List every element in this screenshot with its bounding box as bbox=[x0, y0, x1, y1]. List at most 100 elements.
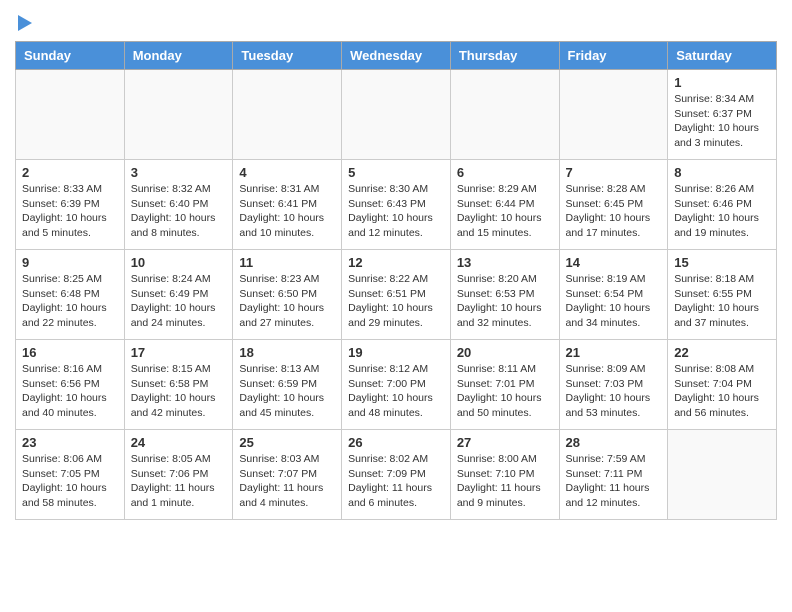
calendar-cell: 14 Sunrise: 8:19 AM Sunset: 6:54 PM Dayli… bbox=[559, 250, 668, 340]
day-info: Sunrise: 8:33 AM Sunset: 6:39 PM Dayligh… bbox=[22, 182, 118, 241]
day-number: 25 bbox=[239, 435, 335, 450]
day-info: Sunrise: 8:09 AM Sunset: 7:03 PM Dayligh… bbox=[566, 362, 662, 421]
day-number: 10 bbox=[131, 255, 227, 270]
calendar-cell: 4 Sunrise: 8:31 AM Sunset: 6:41 PM Daylig… bbox=[233, 160, 342, 250]
logo-arrow-icon bbox=[18, 15, 32, 31]
day-number: 13 bbox=[457, 255, 553, 270]
day-info: Sunrise: 8:28 AM Sunset: 6:45 PM Dayligh… bbox=[566, 182, 662, 241]
day-info: Sunrise: 8:31 AM Sunset: 6:41 PM Dayligh… bbox=[239, 182, 335, 241]
header bbox=[15, 15, 777, 31]
calendar-cell: 7 Sunrise: 8:28 AM Sunset: 6:45 PM Daylig… bbox=[559, 160, 668, 250]
calendar-cell: 17 Sunrise: 8:15 AM Sunset: 6:58 PM Dayli… bbox=[124, 340, 233, 430]
calendar-table: SundayMondayTuesdayWednesdayThursdayFrid… bbox=[15, 41, 777, 520]
calendar-cell: 9 Sunrise: 8:25 AM Sunset: 6:48 PM Daylig… bbox=[16, 250, 125, 340]
calendar-week-5: 23 Sunrise: 8:06 AM Sunset: 7:05 PM Dayli… bbox=[16, 430, 777, 520]
calendar-week-4: 16 Sunrise: 8:16 AM Sunset: 6:56 PM Dayli… bbox=[16, 340, 777, 430]
day-info: Sunrise: 7:59 AM Sunset: 7:11 PM Dayligh… bbox=[566, 452, 662, 511]
calendar-week-2: 2 Sunrise: 8:33 AM Sunset: 6:39 PM Daylig… bbox=[16, 160, 777, 250]
day-number: 5 bbox=[348, 165, 444, 180]
day-number: 1 bbox=[674, 75, 770, 90]
day-info: Sunrise: 8:25 AM Sunset: 6:48 PM Dayligh… bbox=[22, 272, 118, 331]
calendar-cell: 13 Sunrise: 8:20 AM Sunset: 6:53 PM Dayli… bbox=[450, 250, 559, 340]
logo bbox=[15, 15, 32, 31]
calendar-cell: 27 Sunrise: 8:00 AM Sunset: 7:10 PM Dayli… bbox=[450, 430, 559, 520]
day-number: 15 bbox=[674, 255, 770, 270]
calendar-cell bbox=[668, 430, 777, 520]
day-number: 22 bbox=[674, 345, 770, 360]
calendar-cell: 22Sunrise: 8:08 AM Sunset: 7:04 PM Dayli… bbox=[668, 340, 777, 430]
day-info: Sunrise: 8:03 AM Sunset: 7:07 PM Dayligh… bbox=[239, 452, 335, 511]
day-number: 9 bbox=[22, 255, 118, 270]
calendar-cell: 26 Sunrise: 8:02 AM Sunset: 7:09 PM Dayli… bbox=[342, 430, 451, 520]
day-number: 27 bbox=[457, 435, 553, 450]
calendar-cell: 8 Sunrise: 8:26 AM Sunset: 6:46 PM Daylig… bbox=[668, 160, 777, 250]
day-info: Sunrise: 8:11 AM Sunset: 7:01 PM Dayligh… bbox=[457, 362, 553, 421]
calendar-cell: 28 Sunrise: 7:59 AM Sunset: 7:11 PM Dayli… bbox=[559, 430, 668, 520]
day-number: 7 bbox=[566, 165, 662, 180]
day-number: 21 bbox=[566, 345, 662, 360]
day-number: 2 bbox=[22, 165, 118, 180]
day-number: 26 bbox=[348, 435, 444, 450]
day-number: 4 bbox=[239, 165, 335, 180]
day-info: Sunrise: 8:22 AM Sunset: 6:51 PM Dayligh… bbox=[348, 272, 444, 331]
weekday-header-wednesday: Wednesday bbox=[342, 42, 451, 70]
calendar-cell: 23 Sunrise: 8:06 AM Sunset: 7:05 PM Dayli… bbox=[16, 430, 125, 520]
day-number: 16 bbox=[22, 345, 118, 360]
day-info: Sunrise: 8:34 AM Sunset: 6:37 PM Dayligh… bbox=[674, 92, 770, 151]
day-number: 14 bbox=[566, 255, 662, 270]
calendar-week-3: 9 Sunrise: 8:25 AM Sunset: 6:48 PM Daylig… bbox=[16, 250, 777, 340]
day-info: Sunrise: 8:18 AM Sunset: 6:55 PM Dayligh… bbox=[674, 272, 770, 331]
calendar-cell: 21 Sunrise: 8:09 AM Sunset: 7:03 PM Dayli… bbox=[559, 340, 668, 430]
day-number: 12 bbox=[348, 255, 444, 270]
day-info: Sunrise: 8:32 AM Sunset: 6:40 PM Dayligh… bbox=[131, 182, 227, 241]
day-info: Sunrise: 8:15 AM Sunset: 6:58 PM Dayligh… bbox=[131, 362, 227, 421]
day-number: 24 bbox=[131, 435, 227, 450]
day-number: 8 bbox=[674, 165, 770, 180]
day-number: 18 bbox=[239, 345, 335, 360]
calendar-cell: 18 Sunrise: 8:13 AM Sunset: 6:59 PM Dayli… bbox=[233, 340, 342, 430]
calendar-cell: 11Sunrise: 8:23 AM Sunset: 6:50 PM Dayli… bbox=[233, 250, 342, 340]
calendar-cell: 3 Sunrise: 8:32 AM Sunset: 6:40 PM Daylig… bbox=[124, 160, 233, 250]
calendar-cell: 10 Sunrise: 8:24 AM Sunset: 6:49 PM Dayli… bbox=[124, 250, 233, 340]
day-number: 3 bbox=[131, 165, 227, 180]
weekday-header-friday: Friday bbox=[559, 42, 668, 70]
day-info: Sunrise: 8:30 AM Sunset: 6:43 PM Dayligh… bbox=[348, 182, 444, 241]
page: SundayMondayTuesdayWednesdayThursdayFrid… bbox=[0, 0, 792, 535]
calendar-cell: 20Sunrise: 8:11 AM Sunset: 7:01 PM Dayli… bbox=[450, 340, 559, 430]
calendar-cell: 12 Sunrise: 8:22 AM Sunset: 6:51 PM Dayli… bbox=[342, 250, 451, 340]
day-info: Sunrise: 8:13 AM Sunset: 6:59 PM Dayligh… bbox=[239, 362, 335, 421]
calendar-cell bbox=[559, 70, 668, 160]
weekday-header-sunday: Sunday bbox=[16, 42, 125, 70]
day-info: Sunrise: 8:00 AM Sunset: 7:10 PM Dayligh… bbox=[457, 452, 553, 511]
day-info: Sunrise: 8:19 AM Sunset: 6:54 PM Dayligh… bbox=[566, 272, 662, 331]
day-info: Sunrise: 8:20 AM Sunset: 6:53 PM Dayligh… bbox=[457, 272, 553, 331]
calendar-cell: 16 Sunrise: 8:16 AM Sunset: 6:56 PM Dayli… bbox=[16, 340, 125, 430]
calendar-cell: 15 Sunrise: 8:18 AM Sunset: 6:55 PM Dayli… bbox=[668, 250, 777, 340]
weekday-header-monday: Monday bbox=[124, 42, 233, 70]
day-info: Sunrise: 8:02 AM Sunset: 7:09 PM Dayligh… bbox=[348, 452, 444, 511]
calendar-cell bbox=[342, 70, 451, 160]
weekday-header-saturday: Saturday bbox=[668, 42, 777, 70]
day-info: Sunrise: 8:06 AM Sunset: 7:05 PM Dayligh… bbox=[22, 452, 118, 511]
day-info: Sunrise: 8:05 AM Sunset: 7:06 PM Dayligh… bbox=[131, 452, 227, 511]
calendar-cell: 5 Sunrise: 8:30 AM Sunset: 6:43 PM Daylig… bbox=[342, 160, 451, 250]
day-number: 28 bbox=[566, 435, 662, 450]
day-number: 6 bbox=[457, 165, 553, 180]
calendar-cell: 1 Sunrise: 8:34 AM Sunset: 6:37 PM Daylig… bbox=[668, 70, 777, 160]
calendar-header-row: SundayMondayTuesdayWednesdayThursdayFrid… bbox=[16, 42, 777, 70]
calendar-cell bbox=[450, 70, 559, 160]
day-number: 23 bbox=[22, 435, 118, 450]
calendar-cell: 25 Sunrise: 8:03 AM Sunset: 7:07 PM Dayli… bbox=[233, 430, 342, 520]
calendar-cell: 19Sunrise: 8:12 AM Sunset: 7:00 PM Dayli… bbox=[342, 340, 451, 430]
day-info: Sunrise: 8:29 AM Sunset: 6:44 PM Dayligh… bbox=[457, 182, 553, 241]
day-info: Sunrise: 8:16 AM Sunset: 6:56 PM Dayligh… bbox=[22, 362, 118, 421]
calendar-cell: 24 Sunrise: 8:05 AM Sunset: 7:06 PM Dayli… bbox=[124, 430, 233, 520]
day-info: Sunrise: 8:12 AM Sunset: 7:00 PM Dayligh… bbox=[348, 362, 444, 421]
weekday-header-tuesday: Tuesday bbox=[233, 42, 342, 70]
day-number: 11 bbox=[239, 255, 335, 270]
day-info: Sunrise: 8:24 AM Sunset: 6:49 PM Dayligh… bbox=[131, 272, 227, 331]
calendar-cell: 2 Sunrise: 8:33 AM Sunset: 6:39 PM Daylig… bbox=[16, 160, 125, 250]
day-number: 17 bbox=[131, 345, 227, 360]
day-info: Sunrise: 8:26 AM Sunset: 6:46 PM Dayligh… bbox=[674, 182, 770, 241]
weekday-header-thursday: Thursday bbox=[450, 42, 559, 70]
